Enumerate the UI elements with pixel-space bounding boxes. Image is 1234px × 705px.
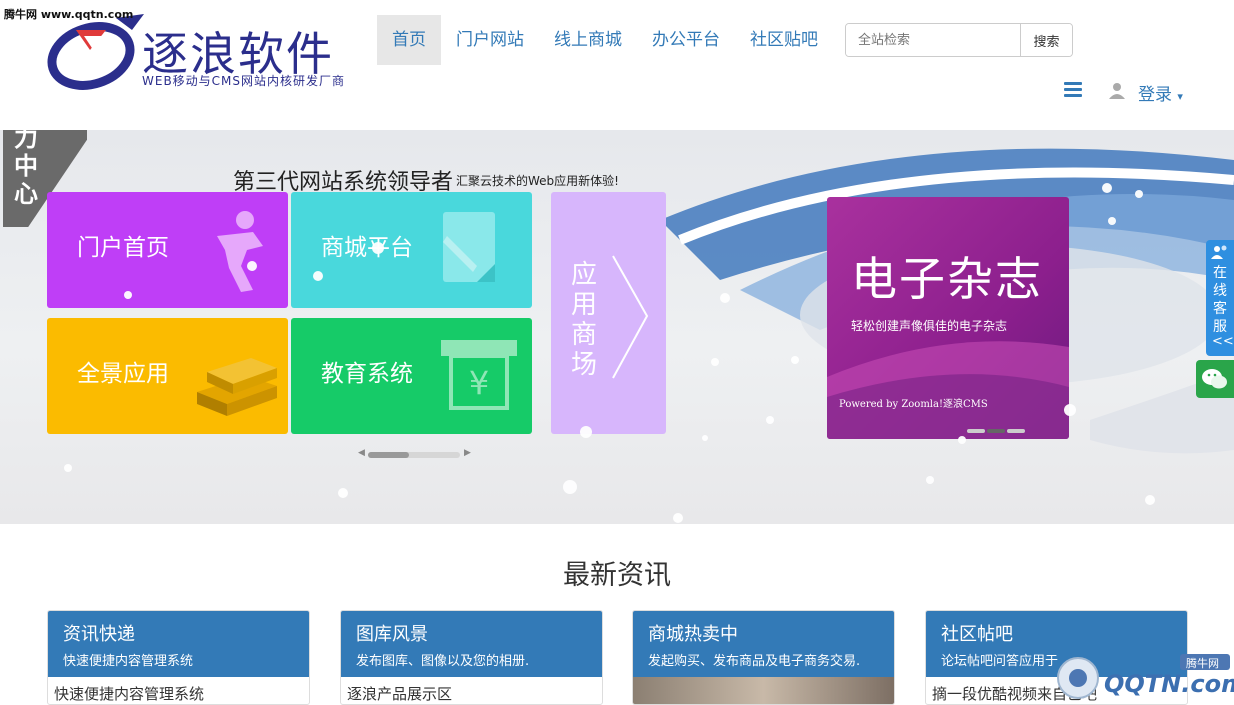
watermark-logo-text: QQTN.com: [1104, 670, 1234, 698]
magazine-pager[interactable]: [967, 429, 1027, 433]
nav-item-portal[interactable]: 门户网站: [441, 15, 539, 65]
main-nav: 首页 门户网站 线上商城 办公平台 社区贴吧: [377, 15, 833, 65]
magazine-powered-by: Powered by Zoomla!逐浪CMS: [839, 399, 988, 410]
card-desc: 发布图库、图像以及您的相册.: [356, 654, 530, 669]
news-card-hot-sale[interactable]: 商城热卖中 发起购买、发布商品及电子商务交易.: [632, 610, 895, 705]
caret-down-icon: ▾: [1177, 90, 1183, 103]
logo-subtitle: WEB移动与CMS网站内核研发厂商: [142, 74, 346, 88]
card-thumbnail[interactable]: [633, 677, 894, 704]
login-label: 登录: [1138, 85, 1172, 105]
hero-banner: 力中心 第三代网站系统领导者 汇聚云技术的Web应用新体验! 门户首页 商城平台…: [0, 130, 1234, 524]
watermark-badge: 腾牛网: [1186, 657, 1219, 670]
tile-mall-platform[interactable]: 商城平台: [291, 192, 532, 308]
tile-app-label: 应用商场: [571, 260, 598, 380]
magazine-subtitle: 轻松创建声像俱佳的电子杂志: [851, 319, 1008, 333]
side-label-text: 力中心: [14, 130, 38, 208]
online-service-label: 在线客服: [1213, 265, 1227, 335]
news-section-title: 最新资讯: [563, 560, 671, 591]
user-icon: [1109, 83, 1125, 99]
gold-bars-icon: [197, 358, 277, 416]
running-figure-icon: [217, 211, 263, 292]
tile-education-system[interactable]: 教育系统 ¥: [291, 318, 532, 434]
svg-text:¥: ¥: [469, 364, 489, 402]
card-desc: 发起购买、发布商品及电子商务交易.: [648, 654, 861, 669]
tile-label: 商城平台: [321, 235, 413, 261]
search-button[interactable]: 搜索: [1020, 24, 1072, 56]
scroll-left-arrow-icon[interactable]: ◀: [358, 448, 365, 458]
news-card-express[interactable]: 资讯快递 快速便捷内容管理系统 快速便捷内容管理系统: [47, 610, 310, 705]
site-logo[interactable]: 逐浪软件 WEB移动与CMS网站内核研发厂商: [46, 12, 366, 92]
atm-yuan-icon: ¥: [441, 340, 517, 410]
tile-label: 全景应用: [77, 361, 169, 387]
document-pen-icon: [443, 212, 495, 282]
tile-app-store[interactable]: 应用商场: [551, 192, 666, 434]
tile-label: 教育系统: [321, 361, 413, 387]
wechat-icon: [1202, 369, 1227, 389]
logo-swoosh-icon: [47, 14, 144, 90]
card-desc: 快速便捷内容管理系统: [63, 654, 194, 669]
banner-subtitle: 汇聚云技术的Web应用新体验!: [456, 174, 619, 188]
e-magazine-card[interactable]: 电子杂志 轻松创建声像俱佳的电子杂志 Powered by Zoomla!逐浪C…: [827, 197, 1069, 439]
collapse-arrows-icon[interactable]: <<: [1212, 334, 1234, 349]
card-title[interactable]: 资讯快递: [63, 620, 294, 646]
nav-item-mall[interactable]: 线上商城: [539, 15, 637, 65]
nav-item-community[interactable]: 社区贴吧: [735, 15, 833, 65]
tile-label: 门户首页: [77, 235, 169, 261]
search-input[interactable]: [846, 24, 1020, 56]
tile-portal-home[interactable]: 门户首页: [47, 192, 288, 308]
users-icon: [1211, 245, 1227, 259]
scroll-right-arrow-icon[interactable]: ▶: [464, 448, 471, 458]
card-header: 图库风景 发布图库、图像以及您的相册.: [341, 611, 602, 677]
news-card-gallery[interactable]: 图库风景 发布图库、图像以及您的相册. 逐浪产品展示区: [340, 610, 603, 705]
card-title[interactable]: 图库风景: [356, 620, 587, 646]
online-service-widget[interactable]: 在线客服 <<: [1206, 240, 1234, 356]
hamburger-menu-icon[interactable]: [1064, 82, 1082, 98]
card-first-item[interactable]: 快速便捷内容管理系统: [48, 677, 309, 704]
tile-panorama-app[interactable]: 全景应用: [47, 318, 288, 434]
card-title[interactable]: 商城热卖中: [648, 620, 879, 646]
watermark-bottom: 腾牛网 QQTN.com: [1054, 652, 1234, 699]
card-title[interactable]: 社区帖吧: [941, 620, 1172, 646]
nav-item-home[interactable]: 首页: [377, 15, 441, 65]
login-dropdown[interactable]: 登录 ▾: [1138, 80, 1183, 105]
card-header: 商城热卖中 发起购买、发布商品及电子商务交易.: [633, 611, 894, 677]
nav-item-office[interactable]: 办公平台: [637, 15, 735, 65]
card-first-item[interactable]: 逐浪产品展示区: [341, 677, 602, 704]
watermark-top: 腾牛网 www.qqtn.com: [4, 8, 134, 21]
wechat-widget[interactable]: [1196, 360, 1234, 398]
site-search: 搜索: [845, 23, 1073, 57]
tile-scrollbar[interactable]: ◀ ▶: [358, 448, 471, 460]
card-header: 资讯快递 快速便捷内容管理系统: [48, 611, 309, 677]
site-header: 逐浪软件 WEB移动与CMS网站内核研发厂商 首页 门户网站 线上商城 办公平台…: [0, 0, 1234, 130]
chevron-right-icon: [612, 255, 649, 379]
magazine-title: 电子杂志: [851, 252, 1043, 306]
scroll-thumb[interactable]: [368, 452, 409, 458]
